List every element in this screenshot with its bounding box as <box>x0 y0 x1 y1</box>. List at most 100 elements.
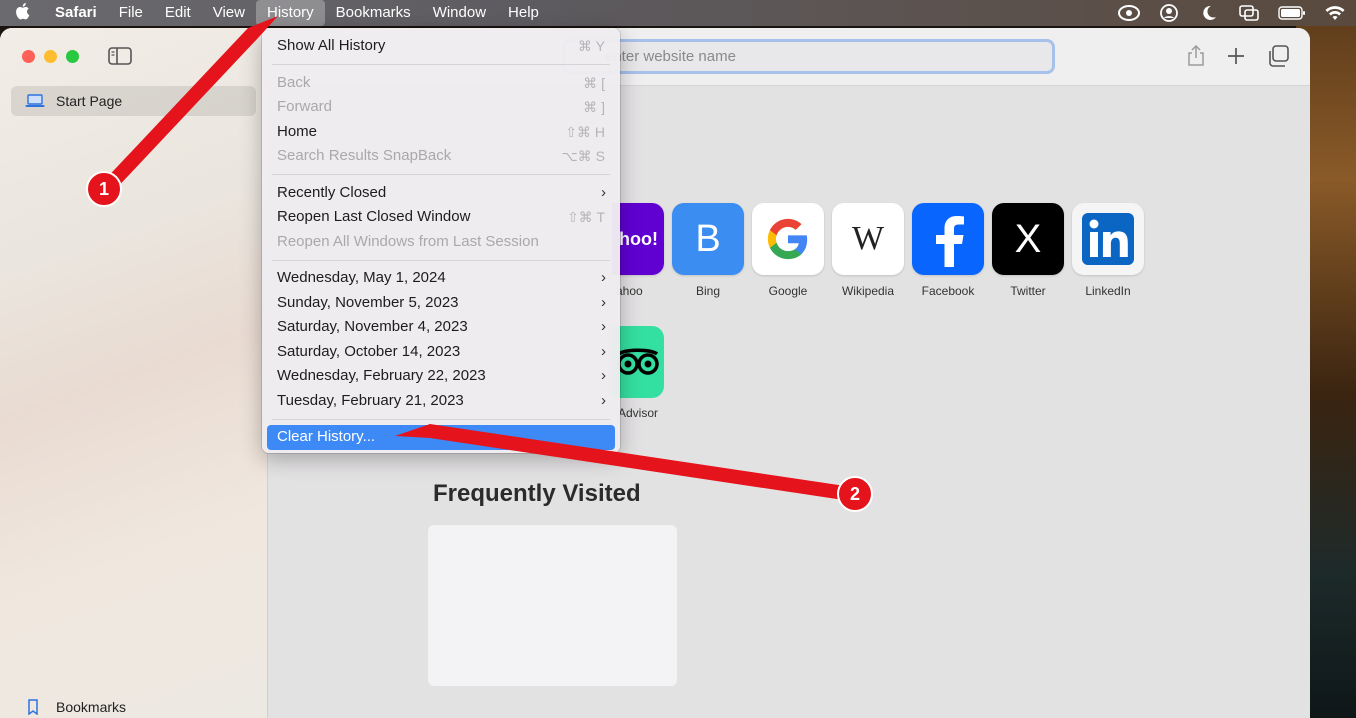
minimize-window-button[interactable] <box>44 50 57 63</box>
menu-item-label: Wednesday, February 22, 2023 <box>277 367 486 384</box>
chevron-right-icon: › <box>601 269 606 286</box>
favorite-bing[interactable]: B Bing <box>672 203 744 298</box>
menu-item-history-day[interactable]: Wednesday, February 22, 2023 › <box>262 364 620 389</box>
menu-item-reopen-all-windows: Reopen All Windows from Last Session <box>262 230 620 255</box>
menu-item-label: Sunday, November 5, 2023 <box>277 293 459 311</box>
menu-item-history-day[interactable]: Tuesday, February 21, 2023 › <box>262 389 620 414</box>
linkedin-icon <box>1072 203 1144 275</box>
favorite-label: Bing <box>695 284 721 298</box>
favorite-wikipedia[interactable]: W Wikipedia <box>832 203 904 298</box>
chevron-right-icon: › <box>601 318 606 335</box>
menu-item-label: Forward <box>277 98 333 115</box>
menu-item-label: Saturday, October 14, 2023 <box>277 342 461 360</box>
share-icon[interactable] <box>1184 44 1208 68</box>
shortcut-label: ⌥⌘ S <box>561 148 605 164</box>
favorite-label: Twitter <box>1010 284 1046 298</box>
menu-item-forward: Forward ⌘ ] <box>262 95 620 120</box>
step-badge-2: 2 <box>837 476 873 512</box>
sidebar-item-bookmarks[interactable]: Bookmarks <box>26 699 127 716</box>
zoom-window-button[interactable] <box>66 50 79 63</box>
menu-item-label: Tuesday, February 21, 2023 <box>277 391 464 409</box>
focus-moon-icon[interactable] <box>1198 4 1220 22</box>
shortcut-label: ⇧⌘ H <box>565 123 605 140</box>
safari-window: Start Page Bookmarks enter website name … <box>0 28 1310 718</box>
google-icon <box>752 203 824 275</box>
shortcut-label: ⇧⌘ T <box>567 209 605 225</box>
frequently-visited-heading: Frequently Visited <box>433 480 641 507</box>
screen-mirroring-icon[interactable] <box>1238 4 1260 22</box>
menu-edit[interactable]: Edit <box>154 0 202 26</box>
favorite-twitter[interactable]: X Twitter <box>992 203 1064 298</box>
x-logo-icon: X <box>992 203 1064 275</box>
menu-bookmarks[interactable]: Bookmarks <box>325 0 422 26</box>
favorite-label: Google <box>768 284 808 298</box>
tab-overview-icon[interactable] <box>1266 44 1290 68</box>
chevron-right-icon: › <box>601 367 606 384</box>
menu-item-label: Reopen Last Closed Window <box>277 208 471 225</box>
favorite-google[interactable]: Google <box>752 203 824 298</box>
menu-item-search-results-snapback: Search Results SnapBack ⌥⌘ S <box>262 144 620 169</box>
shortcut-label: ⌘ ] <box>583 99 605 115</box>
facebook-icon <box>912 203 984 275</box>
menu-item-history-day[interactable]: Saturday, November 4, 2023 › <box>262 315 620 340</box>
menu-item-recently-closed[interactable]: Recently Closed › <box>262 181 620 206</box>
sidebar-item-start-page[interactable]: Start Page <box>11 86 256 116</box>
close-window-button[interactable] <box>22 50 35 63</box>
user-account-icon[interactable] <box>1158 4 1180 22</box>
menu-history[interactable]: History <box>255 0 325 26</box>
menu-item-home[interactable]: Home ⇧⌘ H <box>262 120 620 145</box>
menu-item-clear-history[interactable]: Clear History... <box>267 425 615 450</box>
sidebar-toggle-icon[interactable] <box>108 46 132 66</box>
menu-item-label: Show All History <box>277 37 386 54</box>
bookmark-icon <box>26 699 40 716</box>
address-bar[interactable]: enter website name <box>562 39 1055 74</box>
shortcut-label: ⌘ Y <box>578 38 605 54</box>
new-tab-icon[interactable] <box>1224 44 1248 68</box>
sidebar: Start Page Bookmarks <box>0 28 268 718</box>
menu-help[interactable]: Help <box>497 0 550 26</box>
menu-window[interactable]: Window <box>422 0 497 26</box>
menu-separator <box>272 259 610 261</box>
menu-item-back: Back ⌘ [ <box>262 71 620 96</box>
menu-separator <box>272 418 610 420</box>
chevron-right-icon: › <box>601 391 606 409</box>
wikipedia-icon: W <box>832 203 904 275</box>
menu-bar: Safari File Edit View History Bookmarks … <box>0 0 1356 26</box>
battery-icon[interactable] <box>1278 4 1306 22</box>
menu-item-history-day[interactable]: Saturday, October 14, 2023 › <box>262 340 620 365</box>
menu-separator <box>272 174 610 175</box>
favorite-linkedin[interactable]: LinkedIn <box>1072 203 1144 298</box>
menu-item-history-day[interactable]: Wednesday, May 1, 2024 › <box>262 266 620 291</box>
status-area <box>1118 0 1346 26</box>
sidebar-item-label: Start Page <box>56 93 123 109</box>
wifi-icon[interactable] <box>1324 4 1346 22</box>
menu-item-label: Back <box>277 73 311 91</box>
menu-file[interactable]: File <box>108 0 154 26</box>
menu-item-label: Clear History... <box>277 428 376 445</box>
apple-icon[interactable] <box>0 2 44 25</box>
menu-item-label: Wednesday, May 1, 2024 <box>277 269 446 286</box>
frequently-visited-card[interactable] <box>428 525 677 686</box>
menu-item-label: Saturday, November 4, 2023 <box>277 318 468 335</box>
bing-icon: B <box>672 203 744 275</box>
menu-separator <box>272 64 610 65</box>
menu-item-reopen-last-closed-window[interactable]: Reopen Last Closed Window ⇧⌘ T <box>262 205 620 230</box>
menu-item-label: Search Results SnapBack <box>277 147 452 164</box>
window-controls <box>22 50 79 63</box>
menu-item-show-all-history[interactable]: Show All History ⌘ Y <box>262 34 620 59</box>
chevron-right-icon: › <box>601 342 606 360</box>
creative-cloud-icon[interactable] <box>1118 4 1140 22</box>
shortcut-label: ⌘ [ <box>583 74 605 91</box>
chevron-right-icon: › <box>601 293 606 311</box>
menu-safari[interactable]: Safari <box>44 0 108 26</box>
history-menu: Show All History ⌘ Y Back ⌘ [ Forward ⌘ … <box>262 28 620 453</box>
menu-item-history-day[interactable]: Sunday, November 5, 2023 › <box>262 291 620 316</box>
favorite-facebook[interactable]: Facebook <box>912 203 984 298</box>
menu-view[interactable]: View <box>202 0 256 26</box>
step-badge-1: 1 <box>86 171 122 207</box>
laptop-icon <box>25 94 45 108</box>
favorite-label: Facebook <box>921 284 975 298</box>
sidebar-item-label: Bookmarks <box>56 699 127 715</box>
favorites-row: hoo! ahoo B Bing Google W Wikipedia Face… <box>612 203 1144 298</box>
favorite-label: Advisor <box>618 406 659 420</box>
